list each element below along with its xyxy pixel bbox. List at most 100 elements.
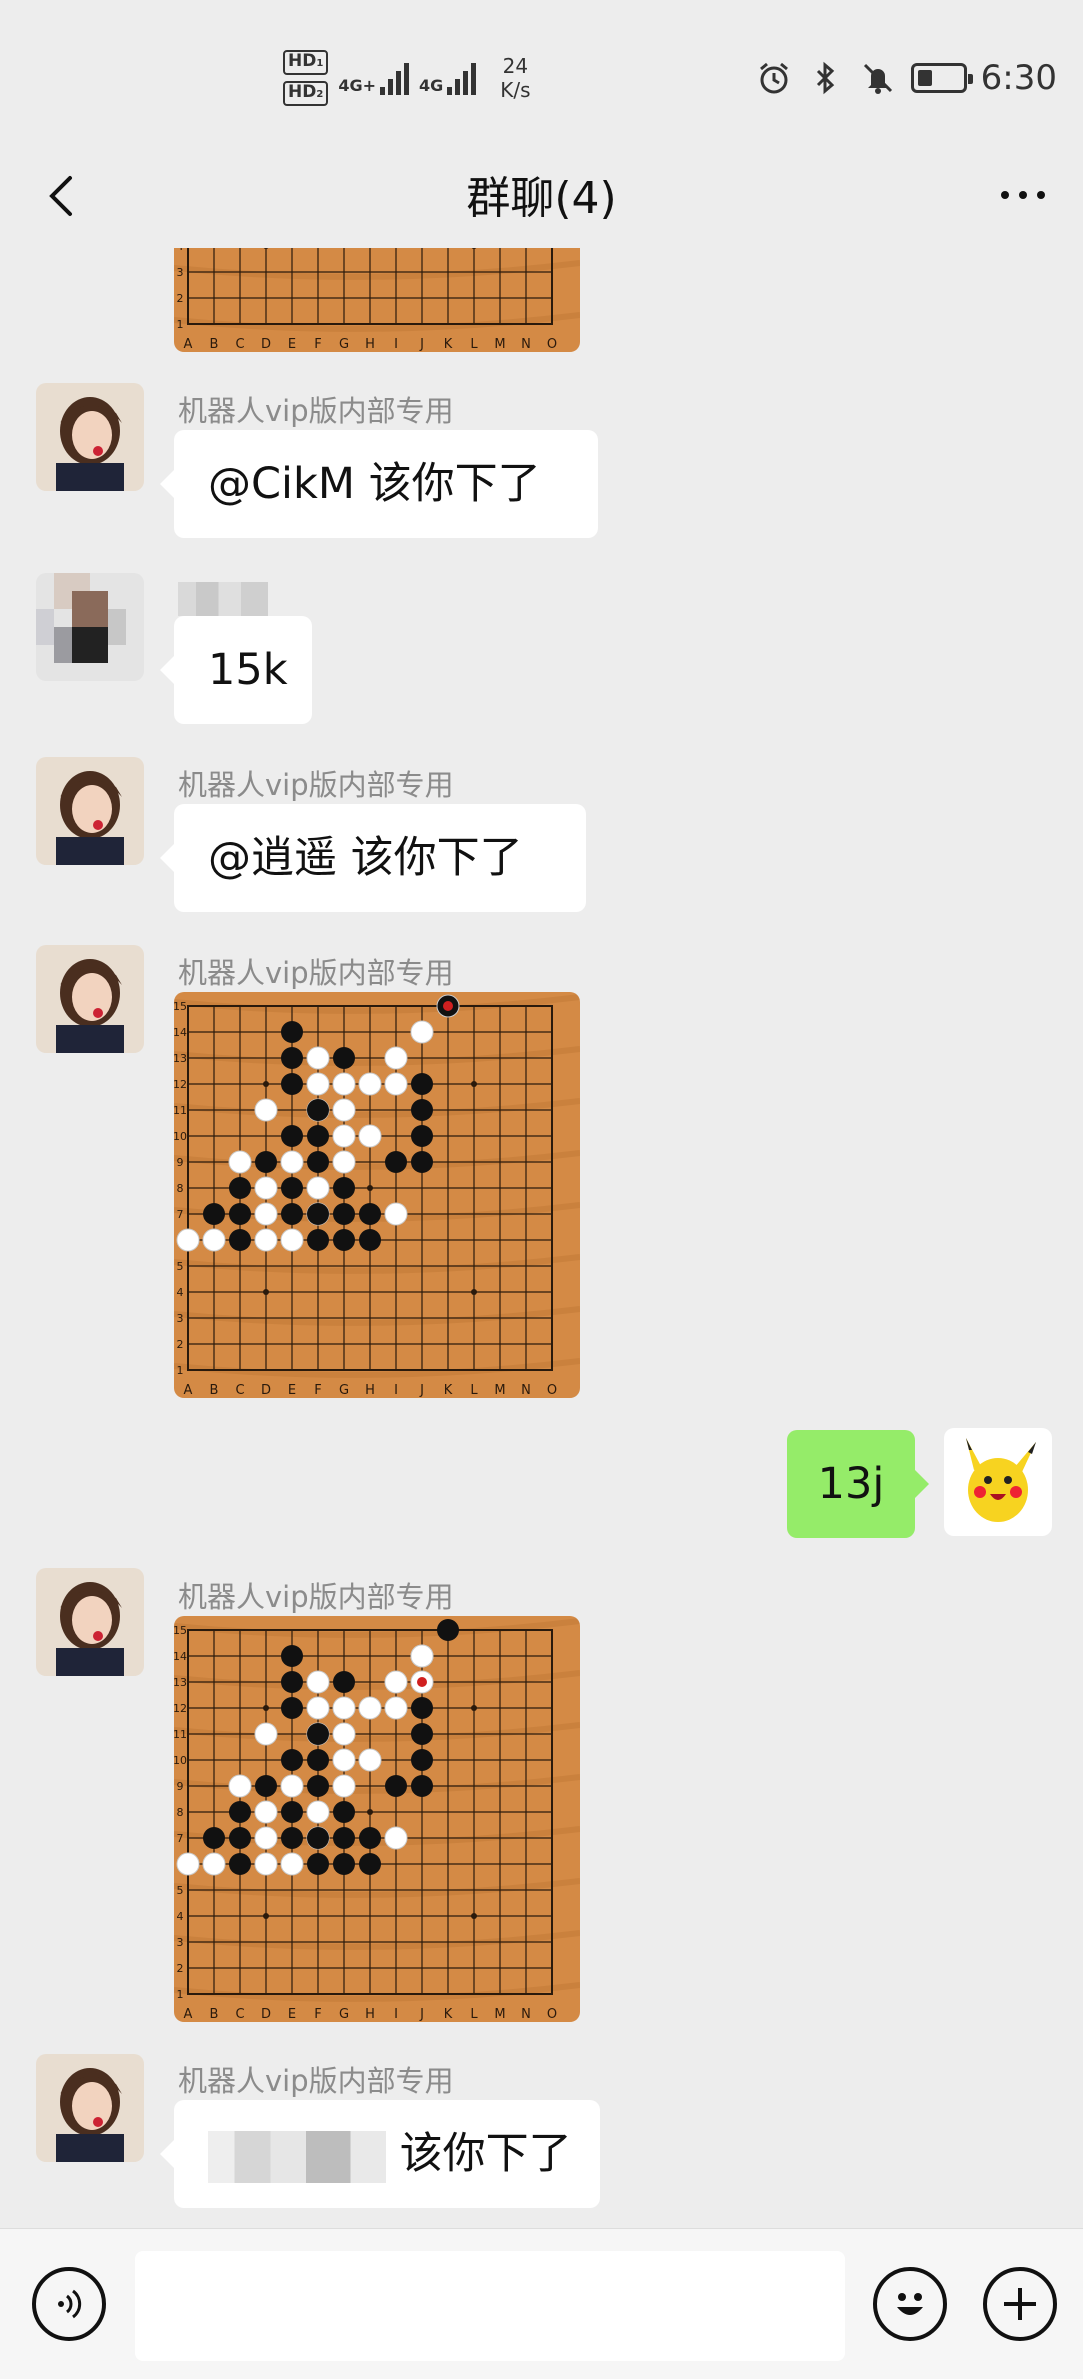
black-stone — [281, 1125, 303, 1147]
row-label: 10 — [174, 1754, 187, 1767]
my-message-bubble[interactable]: 13j — [787, 1430, 929, 1538]
black-stone — [281, 1671, 303, 1693]
col-label: H — [365, 2007, 375, 2022]
row-label: 4 — [177, 248, 184, 253]
signal-2: 4G — [419, 61, 477, 95]
message-input[interactable] — [135, 2251, 845, 2361]
mute-icon — [859, 59, 897, 97]
black-stone — [359, 1853, 381, 1875]
go-board-image[interactable]: A15B14C13D12E11F10G9H8I7J6K5L4M3N2O1 — [174, 992, 580, 1398]
sender-name: 机器人vip版内部专用 — [178, 956, 454, 990]
black-stone — [411, 1099, 433, 1121]
white-stone — [254, 1098, 278, 1122]
emoji-icon[interactable] — [873, 2267, 947, 2341]
row-label: 12 — [174, 1702, 187, 1715]
row-label: 13 — [174, 1676, 187, 1689]
star-point — [367, 1809, 373, 1815]
message-bubble[interactable]: @CikM 该你下了 — [160, 430, 598, 538]
avatar[interactable] — [36, 383, 144, 491]
black-stone — [307, 1229, 329, 1251]
white-stone — [280, 1774, 304, 1798]
go-board-image[interactable]: A15B14C13D12E11F10G9H8I7J6K5L4M3N2O1 — [174, 1616, 580, 2022]
avatar[interactable] — [36, 757, 144, 865]
row-label: 10 — [174, 1130, 187, 1143]
white-stone — [332, 1722, 356, 1746]
hd2-badge: HD2 — [283, 81, 329, 106]
col-label: M — [494, 1383, 505, 1398]
col-label: B — [210, 1383, 219, 1398]
black-stone — [333, 1671, 355, 1693]
black-stone — [411, 1775, 433, 1797]
col-label: M — [494, 337, 505, 352]
message-bubble[interactable]: 15k — [160, 616, 312, 724]
chat-title: 群聊(4) — [466, 173, 617, 224]
go-board-image[interactable]: A15B14C13D12E11F10G9H8I7J6K5L4M3N2O1 — [174, 248, 580, 352]
voice-icon[interactable] — [32, 2267, 106, 2341]
col-label: I — [394, 2007, 398, 2022]
star-point — [471, 1081, 477, 1087]
white-stone — [306, 1046, 330, 1070]
signal-bars-icon — [447, 61, 477, 95]
black-stone — [411, 1125, 433, 1147]
message-list[interactable]: A15B14C13D12E11F10G9H8I7J6K5L4M3N2O1 机器人… — [0, 248, 1083, 2228]
avatar[interactable] — [36, 2054, 144, 2162]
message-bubble[interactable]: @逍遥 该你下了 — [160, 804, 586, 912]
col-label: G — [339, 1383, 349, 1398]
white-stone — [332, 1748, 356, 1772]
col-label: N — [521, 1383, 531, 1398]
battery-icon — [910, 63, 973, 93]
black-stone — [307, 1749, 329, 1771]
sender-name: 机器人vip版内部专用 — [178, 394, 454, 428]
white-stone — [254, 1852, 278, 1876]
black-stone — [307, 1723, 329, 1745]
white-stone — [358, 1748, 382, 1772]
white-stone — [202, 1852, 226, 1876]
col-label: A — [184, 2007, 193, 2022]
avatar[interactable] — [36, 573, 144, 681]
plus-icon[interactable] — [983, 2267, 1057, 2341]
message-bubble[interactable]: 该你下了 — [160, 2100, 600, 2208]
star-point — [471, 1705, 477, 1711]
black-stone — [281, 1645, 303, 1667]
white-stone — [384, 1696, 408, 1720]
col-label: B — [210, 337, 219, 352]
white-stone — [228, 1774, 252, 1798]
col-label: M — [494, 2007, 505, 2022]
col-label: A — [184, 1383, 193, 1398]
col-label: J — [419, 1383, 424, 1398]
black-stone — [203, 1827, 225, 1849]
col-label: G — [339, 337, 349, 352]
avatar[interactable] — [36, 1568, 144, 1676]
col-label: O — [547, 2007, 557, 2022]
white-stone — [306, 1670, 330, 1694]
white-stone — [358, 1696, 382, 1720]
white-stone — [254, 1826, 278, 1850]
row-label: 2 — [177, 292, 184, 305]
avatar[interactable] — [36, 945, 144, 1053]
white-stone — [332, 1150, 356, 1174]
white-stone — [254, 1176, 278, 1200]
star-point — [471, 1913, 477, 1919]
col-label: N — [521, 337, 531, 352]
white-stone — [384, 1670, 408, 1694]
more-dots-icon[interactable] — [993, 180, 1053, 210]
black-stone — [307, 1827, 329, 1849]
status-left: HD1 HD2 4G+ 4G 24 K/s — [283, 50, 531, 106]
row-label: 8 — [177, 1806, 184, 1819]
col-label: A — [184, 337, 193, 352]
white-stone — [384, 1046, 408, 1070]
white-stone — [254, 1202, 278, 1226]
row-label: 14 — [174, 1650, 187, 1663]
col-label: J — [419, 337, 424, 352]
white-stone — [306, 1072, 330, 1096]
row-label: 9 — [177, 1156, 184, 1169]
col-label: B — [210, 2007, 219, 2022]
input-bar — [0, 2228, 1083, 2379]
row-label: 9 — [177, 1780, 184, 1793]
my-avatar-pikachu[interactable] — [944, 1428, 1052, 1536]
black-stone — [281, 1203, 303, 1225]
black-stone — [281, 1177, 303, 1199]
sender-name: 机器人vip版内部专用 — [178, 768, 454, 802]
black-stone — [307, 1151, 329, 1173]
black-stone — [281, 1047, 303, 1069]
